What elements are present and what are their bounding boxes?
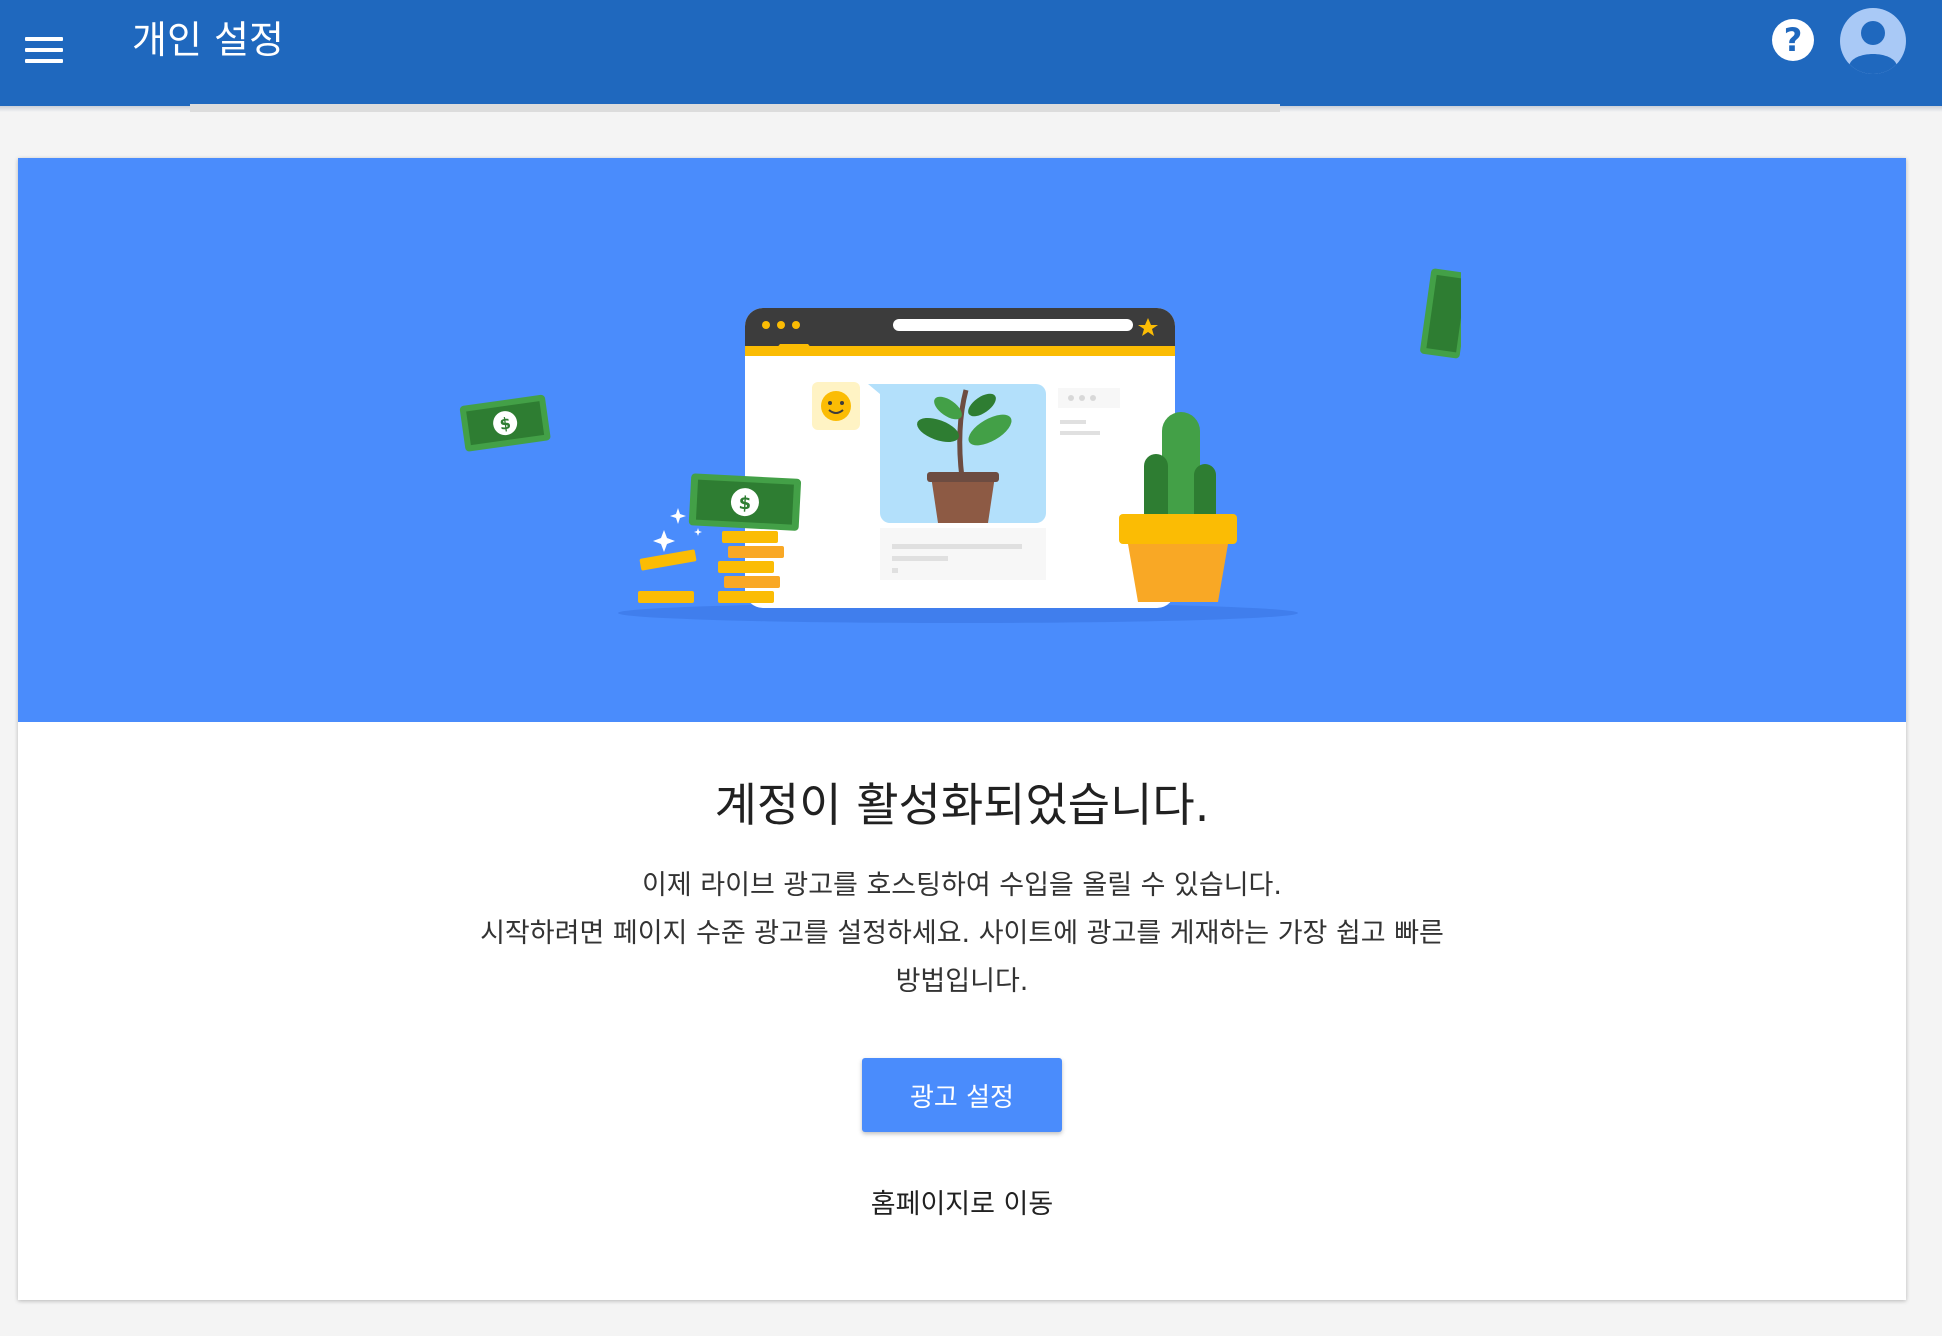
app-bar: 개인 설정 ?	[0, 0, 1942, 106]
activation-card: $ $ 계정이 활성화되었습니다. 이제 라이브 광고를 호스팅하여 수입을 올…	[18, 158, 1906, 1300]
page-title: 개인 설정	[132, 18, 284, 62]
activation-headline: 계정이 활성화되었습니다.	[714, 778, 1210, 832]
help-icon[interactable]: ?	[1772, 19, 1814, 61]
account-avatar-icon[interactable]	[1840, 8, 1906, 74]
menu-icon[interactable]	[20, 26, 68, 74]
description-line-2: 시작하려면 페이지 수준 광고를 설정하세요. 사이트에 광고를 게재하는 가장…	[480, 918, 1444, 949]
go-to-homepage-link[interactable]: 홈페이지로 이동	[18, 1182, 1906, 1221]
hero-illustration: $ $	[18, 158, 1906, 722]
activation-description: 이제 라이브 광고를 호스팅하여 수입을 올릴 수 있습니다. 시작하려면 페이…	[438, 862, 1486, 1006]
description-line-1: 이제 라이브 광고를 호스팅하여 수입을 올릴 수 있습니다.	[642, 870, 1282, 901]
setup-ads-button[interactable]: 광고 설정	[862, 1058, 1062, 1132]
page-progress-track	[190, 104, 1280, 112]
svg-text:$: $	[738, 493, 752, 515]
description-line-3: 방법입니다.	[895, 966, 1029, 997]
browser-window-plant-money-illustration: $ $	[459, 258, 1521, 623]
